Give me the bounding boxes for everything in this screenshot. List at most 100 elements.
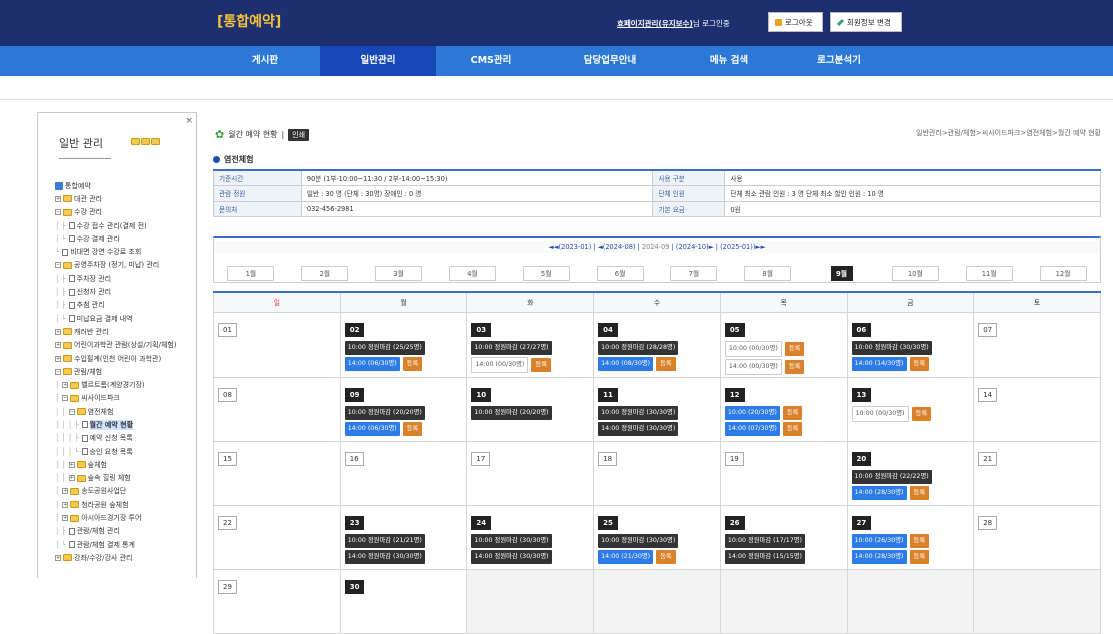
tree-item[interactable]: 통합예약 <box>55 179 196 192</box>
expand-toggle-icon[interactable]: − <box>55 262 61 269</box>
expand-toggle-icon[interactable]: + <box>62 501 69 508</box>
expand-toggle-icon[interactable]: + <box>55 328 61 335</box>
expand-toggle-icon[interactable]: − <box>68 408 75 415</box>
tree-item[interactable]: − 공영주차장 (정기, 미납) 관리 <box>55 259 196 272</box>
tree-item[interactable]: − 수강 관리 <box>55 206 196 219</box>
register-button[interactable]: 등록 <box>909 356 930 371</box>
expand-toggle-icon[interactable]: − <box>62 395 69 402</box>
slot-status[interactable]: 14:00 (21/30명) <box>598 549 654 564</box>
tree-item[interactable]: │ │ − 염전체험 <box>55 405 196 418</box>
print-button[interactable]: 인쇄 <box>288 128 310 141</box>
register-button[interactable]: 등록 <box>402 421 423 436</box>
register-button[interactable]: 등록 <box>909 485 930 500</box>
slot-status[interactable]: 14:00 정원마감 (30/30명) <box>471 549 552 564</box>
month-button[interactable]: 5월 <box>522 265 570 281</box>
slot-status[interactable]: 14:00 (14/30명) <box>851 356 907 371</box>
day-number[interactable]: 02 <box>344 322 365 337</box>
expand-toggle-icon[interactable]: + <box>62 382 69 389</box>
register-button[interactable]: 등록 <box>784 341 805 356</box>
tree-item[interactable]: + 어린이과학관 관람(상설/기획/체험) <box>55 339 196 352</box>
tree-item[interactable]: │ ├ 추첨 관리 <box>55 299 196 312</box>
slot-status[interactable]: 14:00 (06/30명) <box>344 356 400 371</box>
month-button[interactable]: 9월 <box>830 265 853 281</box>
sidebar-close-icon[interactable]: × <box>185 116 193 126</box>
day-number[interactable]: 04 <box>598 322 618 337</box>
expand-toggle-icon[interactable]: − <box>55 209 61 216</box>
slot-status[interactable]: 10:00 (26/30명) <box>851 533 907 548</box>
logout-button[interactable]: 로그아웃 <box>768 12 823 32</box>
profile-edit-button[interactable]: 회원정보 변경 <box>830 12 902 32</box>
register-button[interactable]: 등록 <box>782 405 803 420</box>
nav-tab[interactable]: 메뉴 검색 <box>674 46 784 76</box>
tree-item[interactable]: │ ├ 신청자 관리 <box>55 285 196 298</box>
month-button[interactable]: 4월 <box>448 265 496 281</box>
tree-item[interactable]: │ │ │ └ 승인 요청 목록 <box>55 445 196 458</box>
nav-tab[interactable]: 일반관리 <box>320 46 436 76</box>
month-button[interactable]: 2월 <box>301 265 349 281</box>
tree-item[interactable]: │ + 벨르트롬(계양경기장) <box>55 378 196 391</box>
tree-item[interactable]: │ └ 관람/체험 결제 통계 <box>55 538 196 551</box>
expand-toggle-icon[interactable]: + <box>62 488 69 495</box>
slot-status[interactable]: 14:00 정원마감 (30/30명) <box>344 549 425 564</box>
slot-status[interactable]: 10:00 정원마감 (25/25명) <box>344 340 425 355</box>
day-number[interactable]: 12 <box>724 387 745 402</box>
month-button[interactable]: 7월 <box>670 265 718 281</box>
slot-status[interactable]: 10:00 정원마감 (27/27명) <box>471 340 552 355</box>
tree-item[interactable]: │ │ + 숲속 힐링 체험 <box>55 472 196 485</box>
expand-toggle-icon[interactable]: + <box>55 195 61 202</box>
prev-month-link[interactable]: ◄(2024-08) <box>598 243 636 251</box>
next-year-link[interactable]: (2025-01))►► <box>720 243 765 251</box>
slot-status[interactable]: 14:00 (00/30명) <box>724 358 782 375</box>
slot-status[interactable]: 14:00 정원마감 (15/15명) <box>724 549 805 564</box>
day-number[interactable]: 24 <box>471 515 492 530</box>
register-button[interactable]: 등록 <box>909 533 930 548</box>
nav-tab[interactable]: 담당업무안내 <box>546 46 674 76</box>
tree-item[interactable]: + 강좌/수강/강사 관리 <box>55 551 196 564</box>
next-month-link[interactable]: (2024-10)► <box>676 243 714 251</box>
month-button[interactable]: 10월 <box>891 265 939 281</box>
slot-status[interactable]: 10:00 (00/30명) <box>724 340 782 357</box>
day-number[interactable]: 09 <box>344 387 365 402</box>
expand-toggle-icon[interactable]: + <box>55 355 61 362</box>
day-number[interactable]: 30 <box>344 579 365 594</box>
nav-tab[interactable]: CMS관리 <box>436 46 546 76</box>
month-button[interactable]: 11월 <box>965 265 1013 281</box>
slot-status[interactable]: 10:00 정원마감 (20/20명) <box>344 405 425 420</box>
tree-item[interactable]: │ − 씨사이드파크 <box>55 392 196 405</box>
day-number[interactable]: 11 <box>598 387 618 402</box>
slot-status[interactable]: 14:00 (28/30명) <box>851 549 907 564</box>
tree-item[interactable]: │ │ │ ├ 월간 예약 현황 <box>55 418 196 431</box>
register-button[interactable]: 등록 <box>656 356 676 371</box>
slot-status[interactable]: 10:00 정원마감 (22/22명) <box>851 469 932 484</box>
day-number[interactable]: 03 <box>471 322 492 337</box>
register-button[interactable]: 등록 <box>531 357 552 372</box>
tree-item[interactable]: │ ├ 수강 접수 관리(결제 전) <box>55 219 196 232</box>
tree-item[interactable]: │ │ + 숲체험 <box>55 458 196 471</box>
tree-item[interactable]: │ ├ 관람/체험 관리 <box>55 525 196 538</box>
slot-status[interactable]: 14:00 (06/30명) <box>344 421 400 436</box>
tree-item[interactable]: + 대관 관리 <box>55 192 196 205</box>
slot-status[interactable]: 14:00 (00/30명) <box>471 356 529 373</box>
register-button[interactable]: 등록 <box>784 359 805 374</box>
day-number[interactable]: 27 <box>851 515 872 530</box>
register-button[interactable]: 등록 <box>402 356 423 371</box>
expand-toggle-icon[interactable]: + <box>55 554 61 561</box>
expand-toggle-icon[interactable]: + <box>55 342 61 349</box>
tree-item[interactable]: │ │ │ ├ 예약 신청 목록 <box>55 432 196 445</box>
slot-status[interactable]: 10:00 정원마감 (28/28명) <box>598 340 679 355</box>
slot-status[interactable]: 14:00 (08/30명) <box>598 356 654 371</box>
day-number[interactable]: 25 <box>598 515 618 530</box>
tree-item[interactable]: │ + 청라공원 숲체험 <box>55 498 196 511</box>
prev-year-link[interactable]: ◄◄(2023-01) <box>548 243 591 251</box>
nav-tab[interactable]: 로그분석기 <box>784 46 894 76</box>
expand-toggle-icon[interactable]: + <box>68 475 75 482</box>
nav-tab[interactable]: 게시판 <box>210 46 320 76</box>
tree-item[interactable]: + 캐러반 관리 <box>55 325 196 338</box>
tree-item[interactable]: │ └ 수강 결제 관리 <box>55 232 196 245</box>
day-number[interactable]: 10 <box>471 387 492 402</box>
day-number[interactable]: 26 <box>724 515 745 530</box>
register-button[interactable]: 등록 <box>911 406 932 421</box>
month-button[interactable]: 8월 <box>744 265 792 281</box>
site-logo[interactable]: [통합예약] <box>217 11 281 31</box>
slot-status[interactable]: 10:00 정원마감 (30/30명) <box>598 405 679 420</box>
